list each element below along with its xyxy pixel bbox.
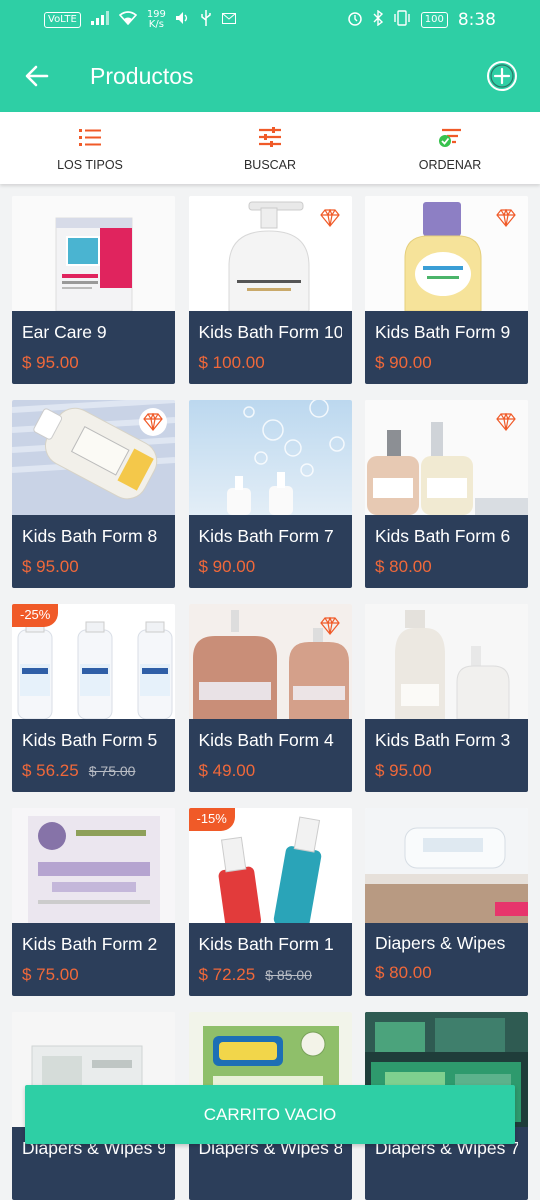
product-card[interactable]: Kids Bath Form 4 $ 49.00 bbox=[188, 604, 352, 792]
alarm-icon bbox=[347, 10, 363, 30]
product-name: Kids Bath Form 7 bbox=[198, 526, 334, 546]
product-old-price: $ 75.00 bbox=[88, 763, 136, 779]
product-card[interactable]: Kids Bath Form 9 $ 90.00 bbox=[365, 196, 528, 384]
add-circle-icon[interactable] bbox=[486, 60, 518, 92]
back-arrow-icon[interactable] bbox=[22, 61, 52, 91]
product-info: Kids Bath Form 7 $ 90.00 bbox=[188, 515, 352, 588]
product-card[interactable]: Kids Bath Form 10 $ 100.00 bbox=[188, 196, 352, 384]
mail-icon bbox=[221, 12, 236, 28]
discount-badge: -25% bbox=[12, 604, 59, 627]
product-price: $ 72.25 bbox=[198, 965, 256, 984]
product-image bbox=[365, 808, 528, 923]
product-card[interactable]: -15% Kids Bath Form 1 $ 72.25 $ 85.00 bbox=[188, 808, 352, 996]
product-image bbox=[365, 604, 528, 719]
filter-sliders-icon bbox=[258, 125, 282, 152]
wifi-icon bbox=[118, 11, 137, 29]
product-old-price: $ 85.00 bbox=[265, 967, 312, 983]
bluetooth-icon bbox=[373, 9, 383, 30]
product-name: Ear Care 9 bbox=[22, 322, 107, 342]
product-price: $ 90.00 bbox=[375, 353, 432, 372]
product-info: Kids Bath Form 3 $ 95.00 bbox=[365, 719, 528, 792]
signal-icon bbox=[90, 11, 109, 29]
tab-ordenar[interactable]: ORDENAR bbox=[360, 112, 540, 184]
premium-diamond-icon bbox=[139, 408, 167, 436]
product-card[interactable]: Kids Bath Form 3 $ 95.00 bbox=[365, 604, 528, 792]
volte-badge: VoLTE bbox=[44, 12, 81, 28]
product-info: Kids Bath Form 2 $ 75.00 bbox=[12, 923, 175, 996]
product-info: Kids Bath Form 9 $ 90.00 bbox=[365, 311, 528, 384]
speed-unit: K/s bbox=[148, 19, 164, 30]
product-price: $ 75.00 bbox=[22, 965, 79, 984]
premium-diamond-icon bbox=[316, 204, 344, 232]
product-price: $ 95.00 bbox=[375, 761, 432, 780]
product-price: $ 80.00 bbox=[375, 963, 432, 982]
product-name: Kids Bath Form 8 bbox=[22, 526, 158, 546]
premium-diamond-icon bbox=[492, 408, 520, 436]
product-price: $ 95.00 bbox=[22, 353, 79, 372]
page-title: Productos bbox=[90, 62, 194, 89]
product-info: Kids Bath Form 10 $ 100.00 bbox=[188, 311, 352, 384]
product-price: $ 90.00 bbox=[198, 557, 256, 576]
product-info: Kids Bath Form 8 $ 95.00 bbox=[12, 515, 175, 588]
product-info: Kids Bath Form 6 $ 80.00 bbox=[365, 515, 528, 588]
product-price: $ 95.00 bbox=[22, 557, 79, 576]
product-name: Kids Bath Form 10 bbox=[198, 322, 342, 342]
tab-los-tipos[interactable]: LOS TIPOS bbox=[0, 112, 180, 184]
product-card[interactable]: -25% Kids Bath Form 5 $ 56.25 $ 75.00 bbox=[12, 604, 175, 792]
product-name: Kids Bath Form 5 bbox=[22, 730, 158, 750]
product-card[interactable]: Diapers & Wipes 10 $ 80.00 bbox=[365, 808, 528, 996]
vibrate-icon bbox=[393, 10, 411, 30]
product-card[interactable]: Kids Bath Form 6 $ 80.00 bbox=[365, 400, 528, 588]
tab-label: BUSCAR bbox=[243, 157, 297, 172]
product-info: Kids Bath Form 5 $ 56.25 $ 75.00 bbox=[12, 719, 175, 792]
product-info: Diapers & Wipes 10 $ 80.00 bbox=[365, 923, 528, 996]
product-name: Kids Bath Form 1 bbox=[198, 934, 334, 954]
product-name: Diapers & Wipes 10 bbox=[375, 933, 506, 957]
premium-diamond-icon bbox=[492, 204, 520, 232]
tab-buscar[interactable]: BUSCAR bbox=[180, 112, 360, 184]
action-tabs: LOS TIPOS BUSCAR ORDENAR bbox=[0, 112, 540, 184]
product-card[interactable]: Ear Care 9 $ 95.00 bbox=[12, 196, 175, 384]
usb-icon bbox=[200, 10, 212, 30]
product-name: Kids Bath Form 9 bbox=[375, 322, 511, 342]
sort-check-icon bbox=[438, 125, 462, 152]
product-price: $ 100.00 bbox=[198, 353, 265, 372]
volume-icon bbox=[175, 12, 190, 28]
product-price: $ 80.00 bbox=[375, 557, 432, 576]
product-card[interactable]: Kids Bath Form 2 $ 75.00 bbox=[12, 808, 175, 996]
product-info: Ear Care 9 $ 95.00 bbox=[12, 311, 175, 384]
product-card[interactable]: Kids Bath Form 8 $ 95.00 bbox=[12, 400, 175, 588]
product-info: Kids Bath Form 4 $ 49.00 bbox=[188, 719, 352, 792]
list-icon bbox=[78, 125, 102, 152]
battery-icon: 100 bbox=[420, 12, 448, 28]
product-image bbox=[12, 808, 175, 923]
discount-badge: -15% bbox=[188, 808, 235, 831]
cart-button[interactable]: CARRITO VACIO bbox=[25, 1085, 515, 1144]
product-price: $ 49.00 bbox=[198, 761, 256, 780]
product-price: $ 56.25 bbox=[22, 761, 79, 780]
app-bar: Productos bbox=[0, 40, 540, 112]
product-grid: Ear Care 9 $ 95.00 Kids Bath Form 10 $ 1… bbox=[12, 196, 528, 1200]
product-image bbox=[188, 400, 352, 515]
status-bar: VoLTE 199 K/s 100 8:38 bbox=[0, 0, 540, 40]
premium-diamond-icon bbox=[316, 612, 344, 640]
product-name: Kids Bath Form 2 bbox=[22, 934, 158, 954]
product-name: Kids Bath Form 3 bbox=[375, 730, 511, 750]
product-image bbox=[12, 196, 175, 311]
clock: 8:38 bbox=[457, 10, 496, 30]
product-name: Kids Bath Form 6 bbox=[375, 526, 511, 546]
tab-label: ORDENAR bbox=[418, 157, 482, 172]
product-info: Kids Bath Form 1 $ 72.25 $ 85.00 bbox=[188, 923, 352, 996]
tab-label: LOS TIPOS bbox=[57, 157, 123, 172]
product-name: Kids Bath Form 4 bbox=[198, 730, 334, 750]
network-speed: 199 K/s bbox=[147, 10, 166, 30]
product-card[interactable]: Kids Bath Form 7 $ 90.00 bbox=[188, 400, 352, 588]
